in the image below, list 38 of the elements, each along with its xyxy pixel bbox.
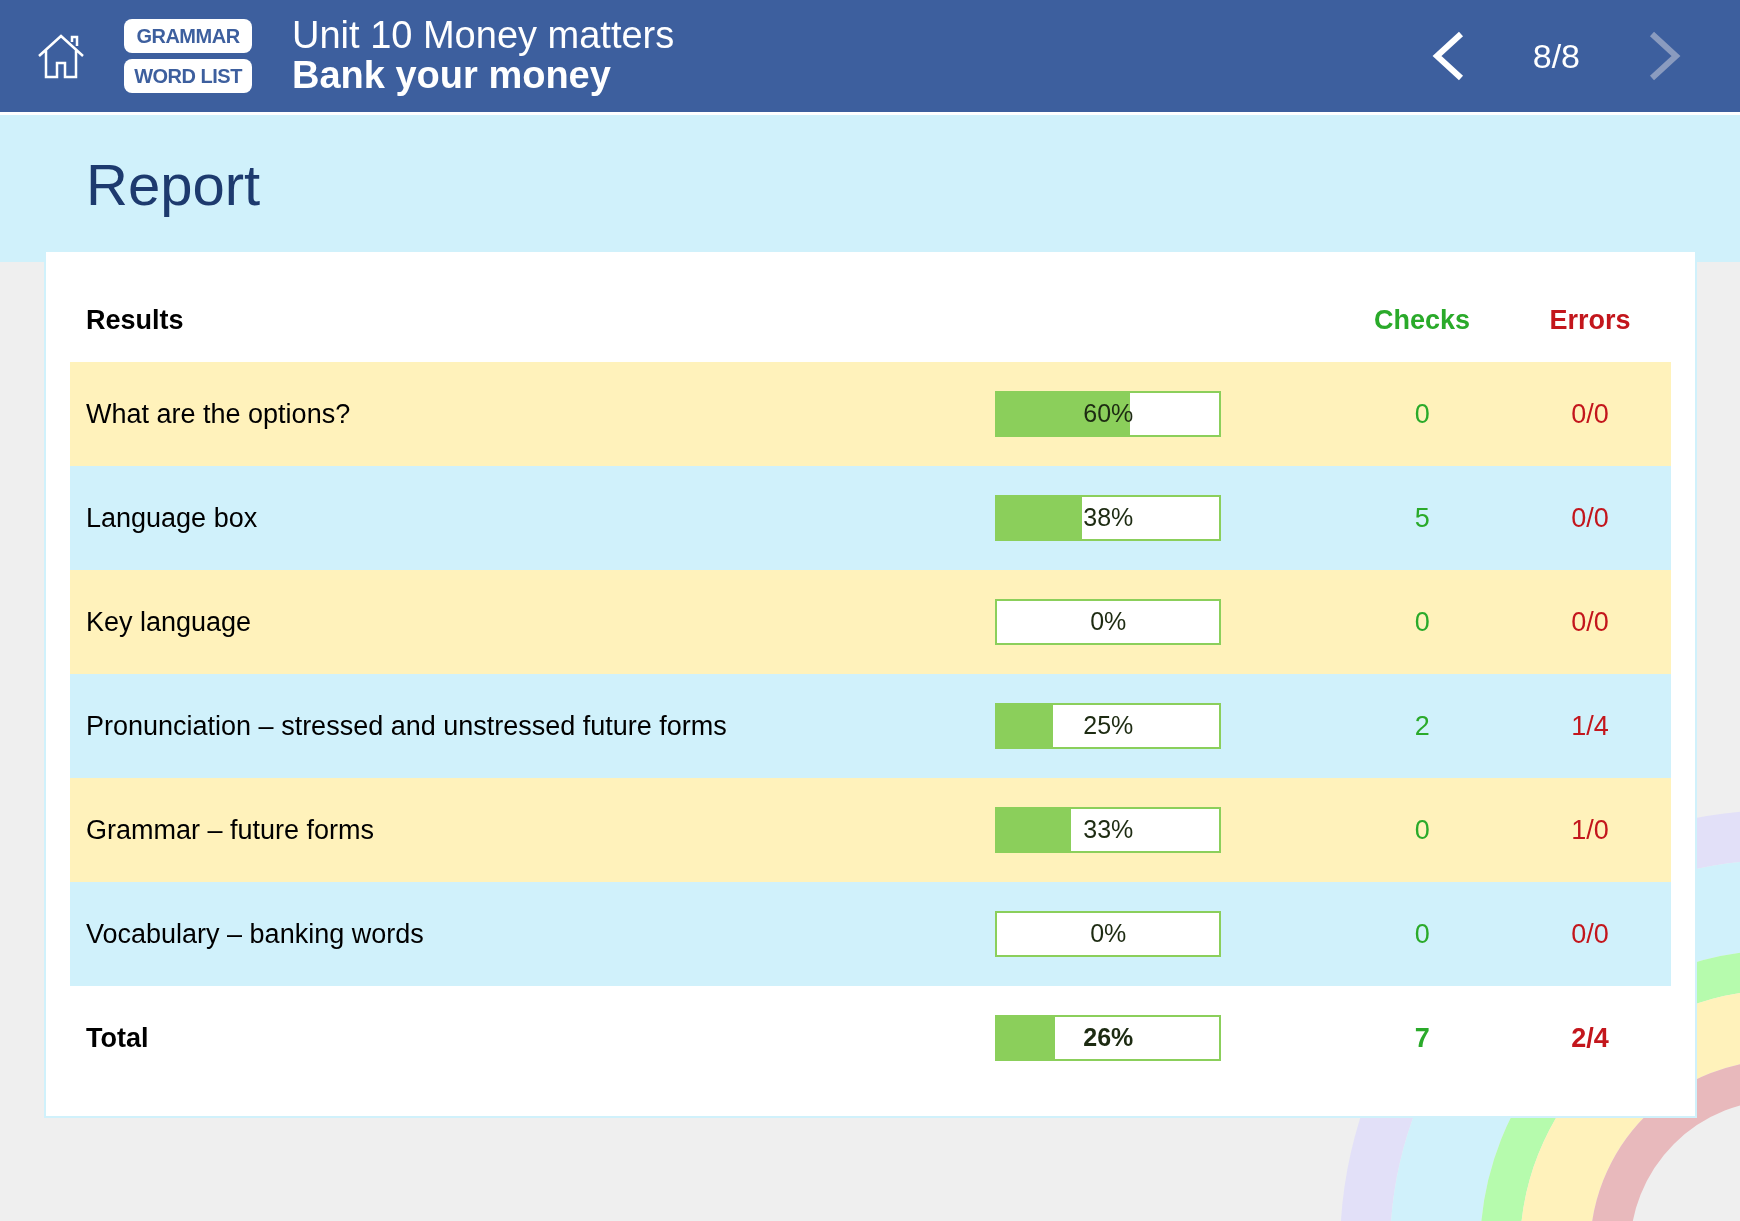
progress-percent: 38% xyxy=(1083,502,1134,534)
progress-percent: 0% xyxy=(1090,918,1127,950)
column-header: Errors xyxy=(1548,303,1632,337)
unit-title: Unit 10 Money matters xyxy=(292,16,675,56)
errors-count: 0/0 xyxy=(1570,605,1610,639)
checks-count: 2 xyxy=(1413,709,1431,743)
row-label: Total xyxy=(86,1021,150,1055)
row-label: Key language xyxy=(86,605,253,639)
errors-count: 1/4 xyxy=(1570,709,1610,743)
errors-count: 0/0 xyxy=(1570,917,1610,951)
column-header: Checks xyxy=(1372,303,1472,337)
row-label: What are the options? xyxy=(86,397,352,431)
checks-count: 0 xyxy=(1413,917,1431,951)
checks-count: 0 xyxy=(1413,397,1431,431)
page-title: Report xyxy=(86,152,261,217)
errors-count: 0/0 xyxy=(1570,397,1610,431)
checks-count: 0 xyxy=(1413,813,1431,847)
checks-count: 5 xyxy=(1413,501,1431,535)
nav-pill-button[interactable]: WORD LIST xyxy=(124,59,252,93)
row-label: Pronunciation – stressed and unstressed future forms xyxy=(86,709,728,743)
checks-count: 7 xyxy=(1413,1021,1431,1055)
row-label: Vocabulary – banking words xyxy=(86,917,425,951)
chevron-left-icon xyxy=(1430,31,1465,81)
checks-count: 0 xyxy=(1413,605,1431,639)
progress-percent: 25% xyxy=(1083,710,1134,742)
progress-percent: 0% xyxy=(1090,606,1127,638)
column-header: Results xyxy=(86,303,185,337)
progress-percent: 33% xyxy=(1083,814,1134,846)
chevron-right-icon xyxy=(1648,31,1682,81)
errors-count: 2/4 xyxy=(1570,1021,1610,1055)
lesson-title: Bank your money xyxy=(292,56,612,96)
errors-count: 1/0 xyxy=(1570,813,1610,847)
nav-pill-button[interactable]: GRAMMAR xyxy=(124,19,252,53)
row-label: Grammar – future forms xyxy=(86,813,376,847)
progress-percent: 26% xyxy=(1083,1022,1134,1054)
row-label: Language box xyxy=(86,501,259,535)
page-counter: 8/8 xyxy=(1532,35,1580,77)
errors-count: 0/0 xyxy=(1570,501,1610,535)
